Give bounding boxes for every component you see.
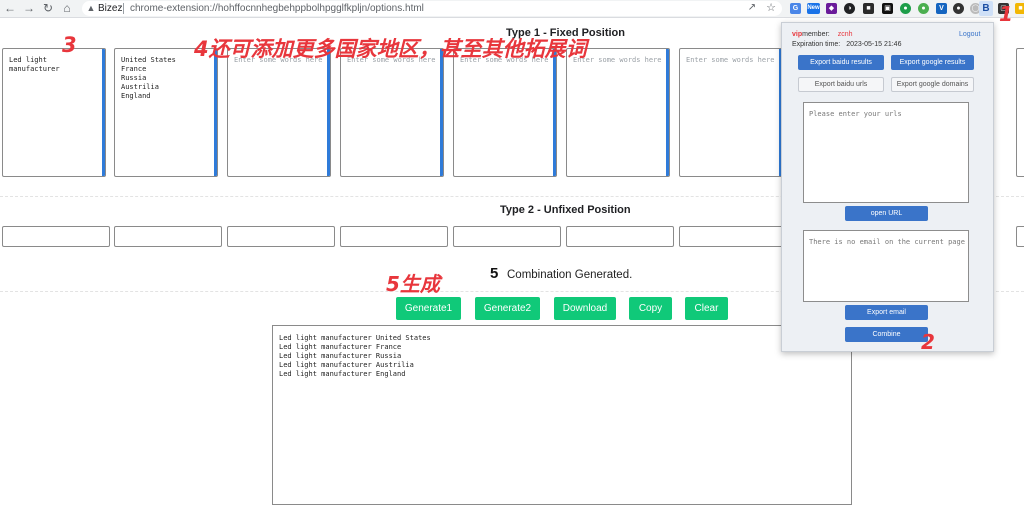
- type1-textarea-2[interactable]: United States France Russia Austrilia En…: [114, 48, 218, 177]
- dark-square-extension-icon[interactable]: ■: [863, 3, 874, 14]
- translate-extension-icon[interactable]: G: [790, 3, 801, 14]
- type2-input-7[interactable]: [679, 226, 787, 247]
- type2-input-4[interactable]: [340, 226, 448, 247]
- combination-label: Combination Generated.: [507, 269, 633, 281]
- star-icon[interactable]: ☆: [764, 1, 778, 15]
- new-badge-extension-icon[interactable]: New: [807, 3, 820, 14]
- urls-textarea[interactable]: Please enter your urls: [803, 102, 969, 203]
- reload-icon[interactable]: ↻: [41, 1, 55, 15]
- type2-input-2[interactable]: [114, 226, 222, 247]
- export-baidu-results-button[interactable]: Export baidu results: [798, 55, 884, 70]
- annotation-2: 2: [921, 330, 935, 354]
- export-google-domains-button[interactable]: Export google domains: [891, 77, 974, 92]
- export-email-button[interactable]: Export email: [845, 305, 928, 320]
- urls-placeholder: Please enter your urls: [809, 110, 902, 118]
- clear-button[interactable]: Clear: [685, 297, 728, 320]
- browser-toolbar: ← → ↻ ⌂ ▲ Bizez chrome-extension://hohff…: [0, 0, 1024, 18]
- site-label: Bizez: [98, 3, 123, 14]
- black-square-extension-icon[interactable]: ▣: [882, 3, 893, 14]
- type2-input-8[interactable]: [1016, 226, 1024, 247]
- expiration-value: 2023-05-15 21:46: [846, 41, 902, 48]
- half-circle-extension-icon[interactable]: ◑: [844, 3, 855, 14]
- type2-input-6[interactable]: [566, 226, 674, 247]
- home-icon[interactable]: ⌂: [60, 1, 74, 15]
- member-label: member:: [802, 31, 830, 38]
- bizez-extension-icon[interactable]: B: [979, 1, 993, 16]
- type2-input-3[interactable]: [227, 226, 335, 247]
- download-button[interactable]: Download: [554, 297, 616, 320]
- evernote-extension-icon[interactable]: ●: [900, 3, 911, 14]
- expiration-line: Expiration time: 2023-05-15 21:46: [792, 41, 901, 48]
- type2-input-1[interactable]: [2, 226, 110, 247]
- back-arrow-icon[interactable]: ←: [3, 1, 17, 15]
- export-google-results-button[interactable]: Export google results: [891, 55, 974, 70]
- textarea-accent-bar: [214, 49, 217, 176]
- dark-circle-extension-icon[interactable]: ●: [953, 3, 964, 14]
- type1-textarea-6[interactable]: Enter some words here: [566, 48, 670, 177]
- member-line: vipmember: zcnh: [792, 31, 853, 38]
- type1-textarea-1[interactable]: Led light manufacturer: [2, 48, 106, 177]
- logout-link[interactable]: Logout: [959, 31, 980, 38]
- extension-popup: vipmember: zcnh Logout Expiration time: …: [781, 22, 994, 352]
- type1-textarea-3[interactable]: Enter some words here: [227, 48, 331, 177]
- annotation-3: 3: [62, 33, 77, 57]
- expiration-label: Expiration time:: [792, 41, 841, 48]
- type2-title: Type 2 - Unfixed Position: [500, 204, 631, 216]
- output-text: Led light manufacturer United States Led…: [279, 334, 431, 378]
- annotation-1: 1: [999, 2, 1013, 26]
- type1-textarea-7-placeholder: Enter some words here: [686, 56, 775, 64]
- textarea-accent-bar: [102, 49, 105, 176]
- type1-textarea-2-text: United States France Russia Austrilia En…: [121, 56, 176, 100]
- v-extension-icon[interactable]: V: [936, 3, 947, 14]
- open-url-button[interactable]: open URL: [845, 206, 928, 221]
- textarea-accent-bar: [440, 49, 443, 176]
- url-text[interactable]: chrome-extension://hohffocnnhegbehppbolh…: [130, 2, 424, 15]
- generate2-button[interactable]: Generate2: [475, 297, 540, 320]
- copy-button[interactable]: Copy: [629, 297, 672, 320]
- forward-arrow-icon[interactable]: →: [22, 1, 36, 15]
- textarea-accent-bar: [666, 49, 669, 176]
- textarea-accent-bar: [553, 49, 556, 176]
- email-textarea[interactable]: There is no email on the current page: [803, 230, 969, 302]
- export-baidu-urls-button[interactable]: Export baidu urls: [798, 77, 884, 92]
- puzzle-icon: ▲: [86, 3, 96, 13]
- output-textarea[interactable]: Led light manufacturer United States Led…: [272, 325, 852, 505]
- vip-prefix: vip: [792, 31, 803, 38]
- type2-input-5[interactable]: [453, 226, 561, 247]
- share-icon[interactable]: ↗: [745, 1, 759, 15]
- type1-textarea-5[interactable]: Enter some words here: [453, 48, 557, 177]
- combination-count: 5: [490, 265, 499, 282]
- yellow-extension-icon[interactable]: ■: [1015, 3, 1024, 14]
- box-extension-icon[interactable]: ◆: [826, 3, 837, 14]
- type1-textarea-8[interactable]: [1016, 48, 1024, 177]
- email-placeholder: There is no email on the current page: [809, 238, 965, 246]
- type1-textarea-4[interactable]: Enter some words here: [340, 48, 444, 177]
- annotation-5: 5生成: [386, 272, 440, 296]
- type1-textarea-7[interactable]: Enter some words here: [679, 48, 783, 177]
- textarea-accent-bar: [327, 49, 330, 176]
- type1-textarea-1-text: Led light manufacturer: [9, 56, 60, 73]
- combine-button[interactable]: Combine: [845, 327, 928, 342]
- generate1-button[interactable]: Generate1: [396, 297, 461, 320]
- green-circle-extension-icon[interactable]: ●: [918, 3, 929, 14]
- member-name: zcnh: [837, 31, 853, 38]
- annotation-4: 4还可添加更多国家地区，甚至其他拓展词: [194, 37, 587, 61]
- address-separator: [123, 3, 124, 14]
